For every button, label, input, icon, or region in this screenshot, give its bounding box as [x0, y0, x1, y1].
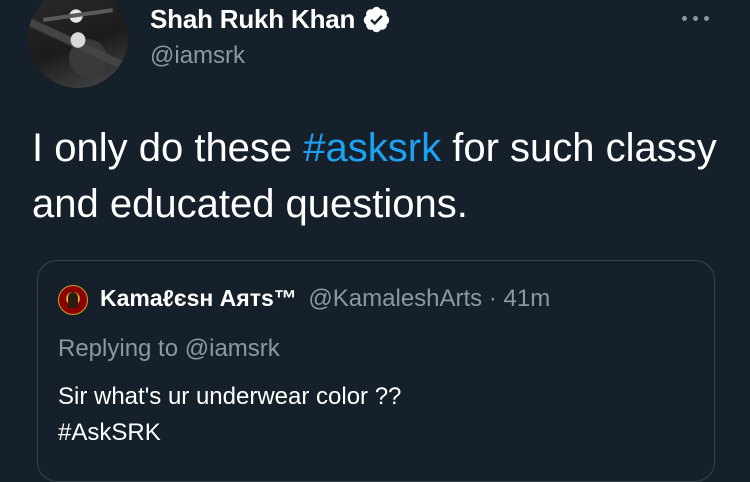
author-avatar[interactable] [28, 0, 128, 88]
replying-handle[interactable]: @iamsrk [185, 335, 280, 362]
hashtag-link[interactable]: #asksrk [303, 126, 441, 170]
more-dot [682, 15, 687, 21]
more-options-icon[interactable] [682, 14, 714, 22]
more-dot [704, 15, 709, 21]
verified-badge-icon [364, 6, 390, 33]
more-dot [693, 15, 698, 21]
author-name[interactable]: Shah Rukh Khan [150, 4, 391, 35]
quoted-text-line: Sir what's ur underwear color ?? [58, 383, 402, 410]
quoted-author-name: Kamaℓєѕн Aятѕ™ [100, 285, 297, 311]
quoted-tweet-header: Kamaℓєѕн Aятѕ™ @KamaleshArts · 41m [100, 285, 550, 313]
quoted-author-handle: @KamaleshArts [308, 285, 483, 312]
quoted-separator: · [482, 285, 504, 312]
author-handle[interactable]: @iamsrk [150, 42, 245, 70]
quoted-time: 41m [503, 285, 551, 312]
tweet-text-part: I only do these [32, 126, 304, 170]
quoted-tweet-text: Sir what's ur underwear color ?? #AskSRK [58, 379, 698, 451]
quoted-hashtag: #AskSRK [58, 419, 161, 446]
author-name-text[interactable]: Shah Rukh Khan [150, 4, 355, 35]
replying-label: Replying to [58, 335, 185, 362]
quoted-tweet-card[interactable]: Kamaℓєѕн Aятѕ™ @KamaleshArts · 41m Reply… [37, 260, 715, 482]
replying-to-line: Replying to @iamsrk [58, 335, 280, 363]
quoted-author-avatar [58, 285, 88, 315]
tweet-text: I only do these #asksrk for such classy … [32, 120, 722, 232]
